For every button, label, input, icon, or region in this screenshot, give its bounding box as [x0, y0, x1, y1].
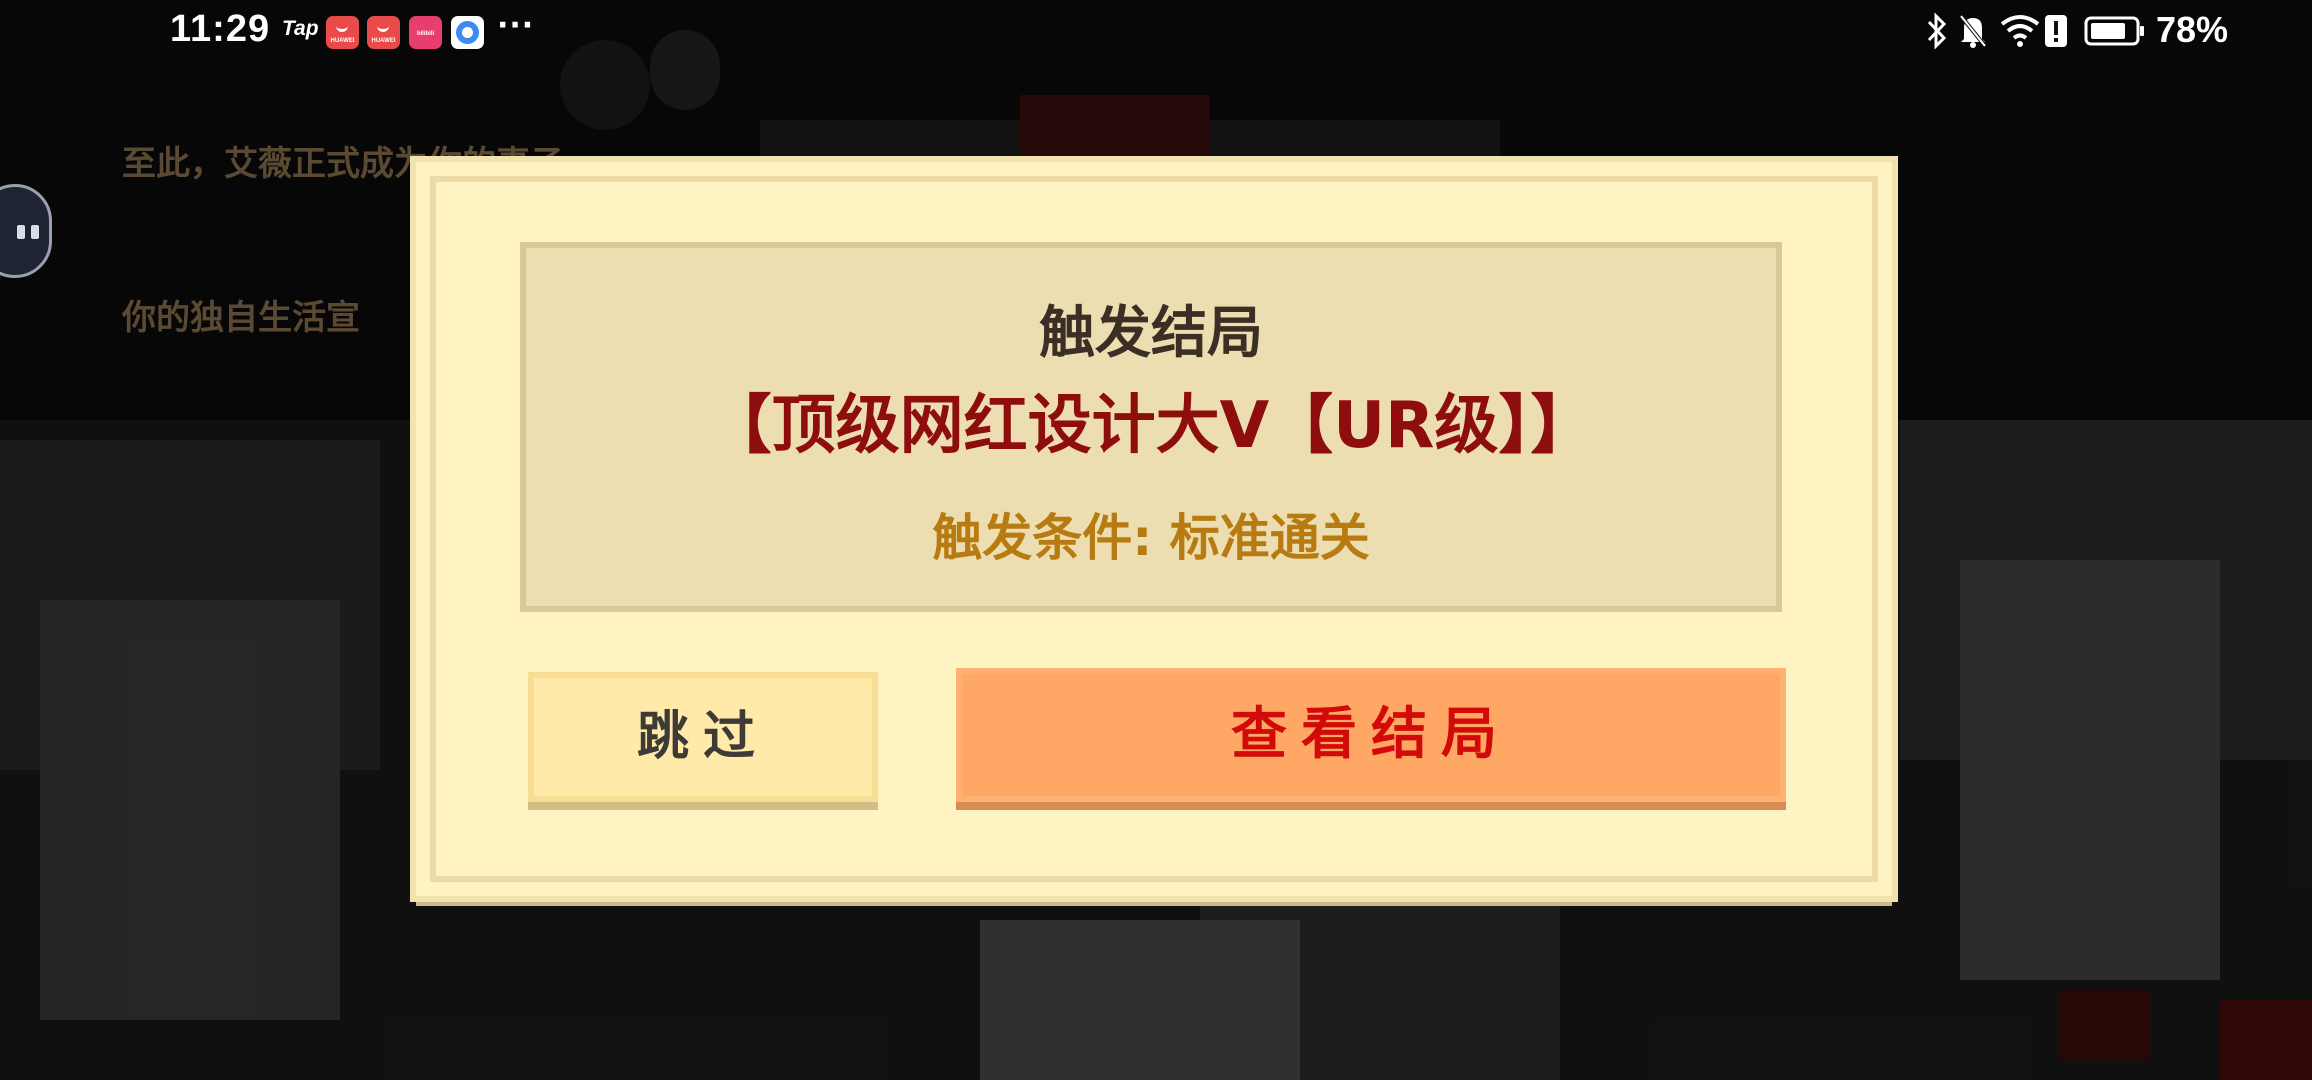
alert-icon — [2045, 15, 2067, 47]
trigger-condition: 触发条件: 标准通关 — [932, 509, 1370, 567]
ending-dialog: 触发结局 【顶级网红设计大V【UR级】】 触发条件: 标准通关 跳过 查看结局 — [416, 162, 1892, 896]
ending-name: 【顶级网红设计大V【UR级】】 — [707, 389, 1595, 463]
status-bar: 11:29 Tap HUAWEI HUAWEI bilibili ··· 78% — [0, 0, 2312, 64]
skip-button[interactable]: 跳过 — [528, 672, 878, 802]
wifi-icon — [2000, 15, 2040, 47]
bell-off-icon — [1959, 14, 1987, 48]
ending-info-panel: 触发结局 【顶级网红设计大V【UR级】】 触发条件: 标准通关 — [520, 242, 1782, 612]
bilibili-icon: bilibili — [409, 16, 442, 49]
taptap-icon: Tap — [282, 17, 319, 40]
story-text-line: 你的独自生活宣 — [122, 298, 360, 338]
battery-icon — [2084, 16, 2144, 46]
huawei-store-icon: HUAWEI — [326, 16, 359, 49]
more-notifications-icon: ··· — [497, 8, 535, 43]
bluetooth-icon — [1927, 12, 1947, 50]
clock: 11:29 — [170, 8, 271, 50]
dialog-title: 触发结局 — [1039, 301, 1263, 366]
view-ending-button[interactable]: 查看结局 — [956, 668, 1786, 802]
huawei-store-icon: HUAWEI — [367, 16, 400, 49]
browser-icon — [451, 16, 484, 49]
battery-percent: 78% — [2156, 9, 2229, 50]
